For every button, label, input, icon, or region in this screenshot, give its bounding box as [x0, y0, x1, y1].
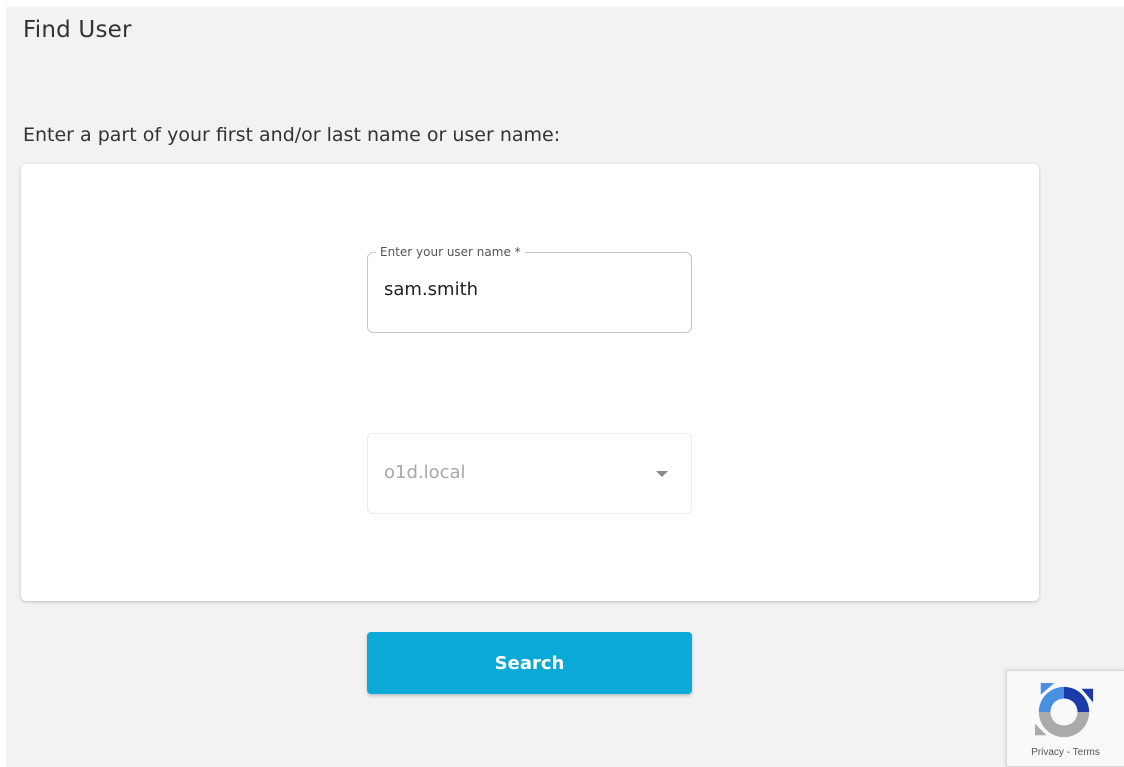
page-title: Find User [23, 17, 132, 43]
username-field[interactable]: Enter your user name * [367, 245, 692, 333]
domain-select[interactable]: o1d.local [367, 433, 692, 514]
caret-down-icon [656, 471, 668, 477]
recaptcha-icon [1034, 682, 1094, 738]
recaptcha-links: Privacy - Terms [1007, 747, 1124, 758]
search-form-card: Enter your user name * o1d.local [21, 164, 1039, 601]
link-separator: - [1063, 747, 1073, 758]
recaptcha-badge[interactable]: Privacy - Terms [1006, 670, 1124, 767]
instruction-text: Enter a part of your first and/or last n… [23, 124, 561, 146]
domain-select-value: o1d.local [384, 462, 466, 483]
terms-link[interactable]: Terms [1073, 747, 1100, 758]
search-button[interactable]: Search [367, 632, 692, 694]
username-input[interactable] [384, 279, 674, 300]
page-background: Find User Enter a part of your first and… [6, 7, 1124, 767]
privacy-link[interactable]: Privacy [1031, 747, 1064, 758]
username-field-label: Enter your user name * [376, 245, 525, 260]
